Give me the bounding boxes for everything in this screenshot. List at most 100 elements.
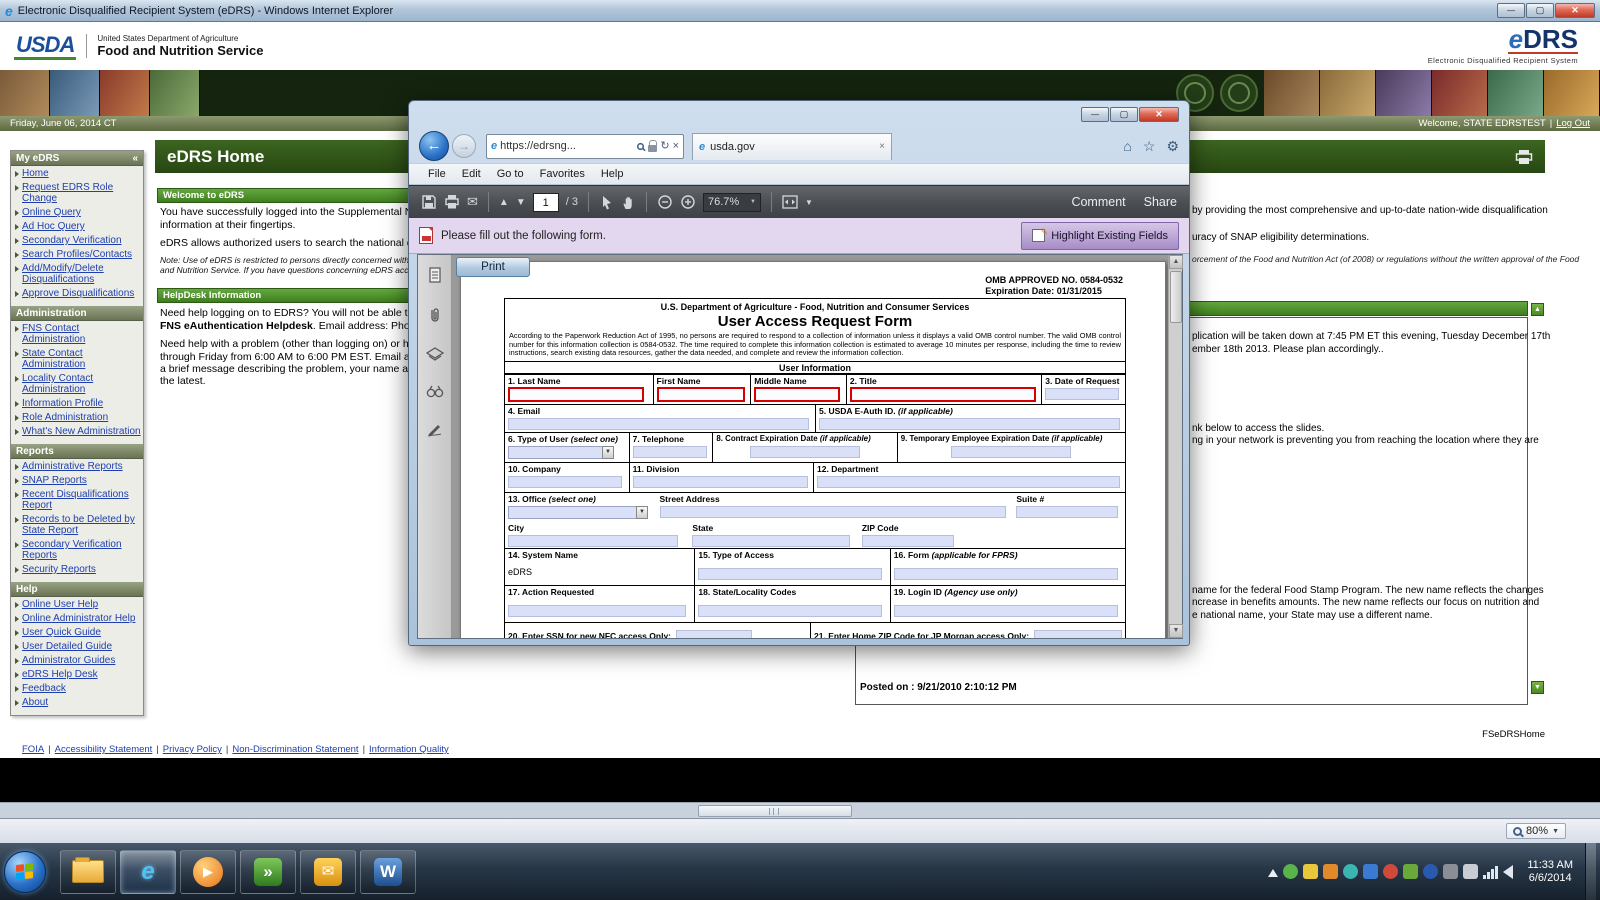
footer-link-privacy[interactable]: Privacy Policy (163, 744, 222, 755)
tray-app-icon[interactable] (1283, 864, 1298, 879)
select-tool-icon[interactable] (599, 195, 614, 210)
sidebar-link[interactable]: Ad Hoc Query (22, 221, 85, 232)
sidebar-link[interactable]: Online Query (22, 207, 81, 218)
footer-link-foia[interactable]: FOIA (22, 744, 44, 755)
sidebar-link[interactable]: About (22, 697, 48, 708)
collapse-icon[interactable]: « (132, 153, 138, 164)
last-name-input[interactable] (508, 387, 644, 402)
date-of-request-input[interactable] (1045, 388, 1119, 400)
middle-name-input[interactable] (754, 387, 840, 402)
sidebar-link[interactable]: Home (22, 168, 49, 179)
sidebar-item-feedback[interactable]: Feedback (11, 681, 143, 695)
email-icon[interactable]: ✉ (467, 194, 478, 210)
home-icon[interactable]: ⌂ (1123, 138, 1131, 155)
refresh-icon[interactable]: ↻ (660, 141, 669, 152)
sidebar-item-fns-contact[interactable]: FNS Contact Administration (11, 321, 143, 346)
taskbar-clock[interactable]: 11:33 AM 6/6/2014 (1527, 859, 1573, 885)
sidebar-link[interactable]: Recent Disqualifications Report (22, 489, 141, 511)
tray-app-icon[interactable] (1363, 864, 1378, 879)
sidebar-item-whats-new[interactable]: What's New Administration (11, 424, 143, 438)
close-button[interactable] (1139, 107, 1179, 122)
menu-file[interactable]: File (421, 166, 453, 182)
layers-icon[interactable] (426, 347, 444, 363)
sidebar-item-online-admin-help[interactable]: Online Administrator Help (11, 611, 143, 625)
sidebar-item-search-profiles[interactable]: Search Profiles/Contacts (11, 247, 143, 261)
sidebar-item-security-reports[interactable]: Security Reports (11, 562, 143, 576)
tray-app-icon[interactable] (1343, 864, 1358, 879)
menu-edit[interactable]: Edit (455, 166, 488, 182)
sidebar-link[interactable]: Add/Modify/Delete Disqualifications (22, 263, 141, 285)
show-hidden-icon[interactable] (1268, 869, 1278, 877)
sidebar-link[interactable]: Role Administration (22, 412, 108, 423)
telephone-input[interactable] (633, 446, 707, 458)
sidebar-link[interactable]: Locality Contact Administration (22, 373, 141, 395)
scroll-up-icon[interactable]: ▲ (1169, 255, 1183, 269)
tray-app-icon[interactable] (1323, 864, 1338, 879)
login-id-input[interactable] (894, 605, 1118, 617)
pdf-print-button[interactable]: Print (456, 257, 530, 277)
address-bar[interactable]: e https://edrsng... ↻ × (486, 134, 684, 159)
sidebar-link[interactable]: Approve Disqualifications (22, 288, 134, 299)
taskbar-app-green[interactable]: » (240, 850, 296, 894)
fit-width-icon[interactable] (782, 195, 798, 209)
tray-app-icon[interactable] (1443, 864, 1458, 879)
first-name-input[interactable] (657, 387, 745, 402)
close-button[interactable] (1555, 3, 1595, 18)
sidebar-item-information-profile[interactable]: Information Profile (11, 396, 143, 410)
stop-icon[interactable]: × (673, 141, 679, 152)
back-button[interactable]: ← (419, 131, 449, 161)
footer-link-infoquality[interactable]: Information Quality (369, 744, 449, 755)
taskbar-app-word[interactable]: W (360, 850, 416, 894)
menu-goto[interactable]: Go to (490, 166, 531, 182)
menu-favorites[interactable]: Favorites (533, 166, 592, 182)
sidebar-link[interactable]: Security Reports (22, 564, 96, 575)
hand-tool-icon[interactable] (621, 195, 636, 210)
footer-link-accessibility[interactable]: Accessibility Statement (55, 744, 153, 755)
office-select[interactable] (508, 506, 648, 519)
street-address-input[interactable] (660, 506, 1006, 518)
sidebar-item-user-quick-guide[interactable]: User Quick Guide (11, 625, 143, 639)
sidebar-item-online-query[interactable]: Online Query (11, 205, 143, 219)
sidebar-item-edrs-help-desk[interactable]: eDRS Help Desk (11, 667, 143, 681)
taskbar-app-media-player[interactable]: ▶ (180, 850, 236, 894)
tray-app-icon[interactable] (1403, 864, 1418, 879)
save-icon[interactable] (421, 194, 437, 210)
sidebar-item-online-user-help[interactable]: Online User Help (11, 597, 143, 611)
sidebar-item-administrator-guides[interactable]: Administrator Guides (11, 653, 143, 667)
sidebar-link[interactable]: What's New Administration (22, 426, 141, 437)
zoom-select[interactable]: 76.7%▼ (703, 193, 761, 212)
city-input[interactable] (508, 535, 678, 547)
tray-app-icon[interactable] (1383, 864, 1398, 879)
division-input[interactable] (633, 476, 808, 488)
maximize-button[interactable] (1526, 3, 1554, 18)
favorites-star-icon[interactable]: ☆ (1143, 138, 1156, 155)
signature-icon[interactable] (427, 421, 443, 437)
sidebar-link[interactable]: User Quick Guide (22, 627, 101, 638)
scroll-up-icon[interactable]: ▲ (1531, 303, 1544, 316)
sidebar-item-user-detailed-guide[interactable]: User Detailed Guide (11, 639, 143, 653)
sidebar-item-adhoc-query[interactable]: Ad Hoc Query (11, 219, 143, 233)
sidebar-item-snap-reports[interactable]: SNAP Reports (11, 473, 143, 487)
browser-tab[interactable]: e usda.gov × (692, 133, 892, 160)
zoom-out-icon[interactable] (657, 194, 673, 210)
settings-gear-icon[interactable]: ⚙ (1166, 138, 1179, 155)
bookmarks-icon[interactable] (426, 385, 444, 399)
type-of-access-input[interactable] (698, 568, 882, 580)
action-requested-input[interactable] (508, 605, 686, 617)
toolbar-overflow-icon[interactable]: ▼ (805, 198, 813, 207)
sidebar-link[interactable]: Search Profiles/Contacts (22, 249, 132, 260)
email-input[interactable] (508, 418, 809, 430)
sidebar-link[interactable]: eDRS Help Desk (22, 669, 98, 680)
sidebar-item-secondary-verification-reports[interactable]: Secondary Verification Reports (11, 537, 143, 562)
sidebar-link[interactable]: Request EDRS Role Change (22, 182, 141, 204)
zoom-control[interactable]: 80% ▼ (1506, 823, 1566, 839)
share-button[interactable]: Share (1144, 195, 1177, 209)
sidebar-item-role-change[interactable]: Request EDRS Role Change (11, 180, 143, 205)
form-type-input[interactable] (894, 568, 1118, 580)
company-input[interactable] (508, 476, 622, 488)
ssn-input[interactable] (676, 630, 752, 638)
sidebar-item-approve-disqualifications[interactable]: Approve Disqualifications (11, 286, 143, 300)
sidebar-item-add-modify-delete[interactable]: Add/Modify/Delete Disqualifications (11, 261, 143, 286)
sidebar-item-state-contact[interactable]: State Contact Administration (11, 346, 143, 371)
dropdown-arrow-icon[interactable] (636, 506, 648, 519)
